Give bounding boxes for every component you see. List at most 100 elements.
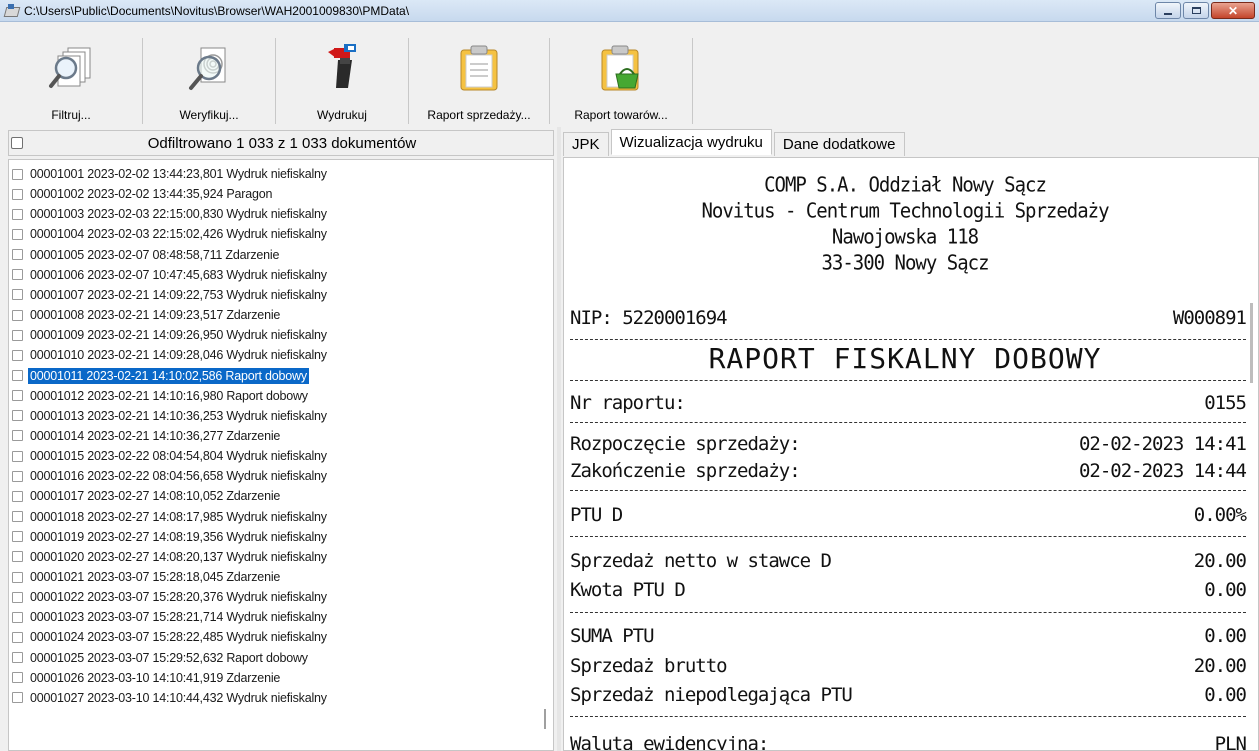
list-item[interactable]: 00001007 2023-02-21 14:09:22,753 Wydruk …: [9, 287, 539, 303]
divider: [570, 612, 1246, 613]
clipboard-report-icon: [460, 45, 498, 91]
title-bar: C:\Users\Public\Documents\Novitus\Browse…: [0, 0, 1259, 22]
list-item-checkbox[interactable]: [12, 470, 23, 482]
list-item-text: 00001027 2023-03-10 14:10:44,432 Wydruk …: [30, 690, 327, 705]
list-item[interactable]: 00001014 2023-02-21 14:10:36,277 Zdarzen…: [9, 428, 539, 444]
maximize-button[interactable]: [1183, 2, 1209, 19]
printer-icon: [328, 44, 356, 88]
sales-report-label: Raport sprzedaży...: [427, 108, 531, 122]
list-item-text: 00001019 2023-02-27 14:08:19,356 Wydruk …: [30, 529, 327, 544]
list-item[interactable]: 00001026 2023-03-10 14:10:41,919 Zdarzen…: [9, 670, 539, 686]
close-button[interactable]: ✕: [1211, 2, 1255, 19]
list-item-text: 00001024 2023-03-07 15:28:22,485 Wydruk …: [30, 630, 327, 645]
list-item-checkbox[interactable]: [12, 410, 23, 422]
list-item-checkbox[interactable]: [12, 611, 23, 623]
list-item-checkbox[interactable]: [12, 188, 23, 200]
list-item[interactable]: 00001027 2023-03-10 14:10:44,432 Wydruk …: [9, 690, 539, 706]
divider: [570, 339, 1246, 340]
list-item-checkbox[interactable]: [12, 692, 23, 704]
list-item[interactable]: 00001008 2023-02-21 14:09:23,517 Zdarzen…: [9, 307, 539, 323]
list-item-text: 00001025 2023-03-07 15:29:52,632 Raport …: [30, 650, 308, 665]
currency-row: Waluta ewidencyjna: PLN: [570, 730, 1247, 751]
sum-ptu-row: SUMA PTU 0.00: [570, 622, 1247, 650]
report-title: RAPORT FISKALNY DOBOWY: [708, 342, 1102, 375]
print-label: Wydrukuj: [317, 108, 367, 122]
list-item[interactable]: 00001016 2023-02-22 08:04:56,658 Wydruk …: [9, 468, 539, 484]
ptu-amount-label: Kwota PTU D: [570, 579, 686, 601]
document-list[interactable]: 00001001 2023-02-02 13:44:23,801 Wydruk …: [8, 159, 554, 751]
list-item-checkbox[interactable]: [12, 249, 23, 261]
filter-button[interactable]: Filtruj...: [0, 38, 143, 124]
goods-report-button[interactable]: Raport towarów...: [550, 38, 693, 124]
receipt-scrollbar[interactable]: [1250, 303, 1253, 383]
panel-splitter[interactable]: [557, 127, 561, 751]
list-item[interactable]: 00001009 2023-02-21 14:09:26,950 Wydruk …: [9, 327, 539, 343]
print-button[interactable]: Wydrukuj: [276, 38, 409, 124]
list-item-checkbox[interactable]: [12, 168, 23, 180]
list-item-checkbox[interactable]: [12, 551, 23, 563]
list-item-text: 00001012 2023-02-21 14:10:16,980 Raport …: [30, 388, 308, 403]
list-item-checkbox[interactable]: [12, 289, 23, 301]
tab-bar: JPK Wizualizacja wydruku Dane dodatkowe: [563, 129, 907, 156]
list-header: Odfiltrowano 1 033 z 1 033 dokumentów: [8, 130, 554, 156]
list-item[interactable]: 00001003 2023-02-03 22:15:00,830 Wydruk …: [9, 206, 539, 222]
list-item[interactable]: 00001019 2023-02-27 14:08:19,356 Wydruk …: [9, 529, 539, 545]
list-item[interactable]: 00001025 2023-03-07 15:29:52,632 Raport …: [9, 650, 539, 666]
tab-visualization[interactable]: Wizualizacja wydruku: [610, 129, 772, 155]
list-item[interactable]: 00001021 2023-03-07 15:28:18,045 Zdarzen…: [9, 569, 539, 585]
net-sales-value: 20.00: [1193, 550, 1247, 572]
list-item[interactable]: 00001023 2023-03-07 15:28:21,714 Wydruk …: [9, 609, 539, 625]
list-item[interactable]: 00001002 2023-02-02 13:44:35,924 Paragon: [9, 186, 539, 202]
list-item-checkbox[interactable]: [12, 370, 23, 381]
sales-end-label: Zakończenie sprzedaży:: [570, 460, 801, 482]
list-item-checkbox[interactable]: [12, 571, 23, 583]
list-item[interactable]: 00001015 2023-02-22 08:04:54,804 Wydruk …: [9, 448, 539, 464]
currency-label: Waluta ewidencyjna:: [570, 733, 769, 751]
list-item-checkbox[interactable]: [12, 652, 23, 664]
minimize-button[interactable]: [1155, 2, 1181, 19]
list-item[interactable]: 00001010 2023-02-21 14:09:28,046 Wydruk …: [9, 347, 539, 363]
sales-report-button[interactable]: Raport sprzedaży...: [409, 38, 550, 124]
list-item-checkbox[interactable]: [12, 269, 23, 281]
list-item-checkbox[interactable]: [12, 531, 23, 543]
report-number-label: Nr raportu:: [570, 392, 686, 414]
list-item-checkbox[interactable]: [12, 591, 23, 603]
list-item-checkbox[interactable]: [12, 450, 23, 462]
divider: [570, 380, 1246, 381]
list-item[interactable]: 00001013 2023-02-21 14:10:36,253 Wydruk …: [9, 408, 539, 424]
verify-button[interactable]: Weryfikuj...: [143, 38, 276, 124]
list-item-checkbox[interactable]: [12, 390, 23, 402]
list-item[interactable]: 00001004 2023-02-03 22:15:02,426 Wydruk …: [9, 226, 539, 242]
list-item[interactable]: 00001012 2023-02-21 14:10:16,980 Raport …: [9, 388, 539, 404]
list-item[interactable]: 00001020 2023-02-27 14:08:20,137 Wydruk …: [9, 549, 539, 565]
list-item-checkbox[interactable]: [12, 309, 23, 321]
list-item[interactable]: 00001011 2023-02-21 14:10:02,586 Raport …: [9, 367, 539, 384]
tab-jpk[interactable]: JPK: [563, 132, 609, 156]
list-item[interactable]: 00001024 2023-03-07 15:28:22,485 Wydruk …: [9, 629, 539, 645]
list-scrollbar[interactable]: [544, 709, 546, 729]
list-item-checkbox[interactable]: [12, 208, 23, 220]
list-item[interactable]: 00001022 2023-03-07 15:28:20,376 Wydruk …: [9, 589, 539, 605]
list-item-checkbox[interactable]: [12, 490, 23, 502]
list-item-checkbox[interactable]: [12, 228, 23, 240]
currency-value: PLN: [1214, 733, 1247, 751]
list-item[interactable]: 00001018 2023-02-27 14:08:17,985 Wydruk …: [9, 509, 539, 525]
list-item[interactable]: 00001001 2023-02-02 13:44:23,801 Wydruk …: [9, 166, 539, 182]
list-item-checkbox[interactable]: [12, 672, 23, 684]
list-item[interactable]: 00001017 2023-02-27 14:08:10,052 Zdarzen…: [9, 488, 539, 504]
list-item[interactable]: 00001005 2023-02-07 08:48:58,711 Zdarzen…: [9, 247, 539, 263]
list-item-checkbox[interactable]: [12, 631, 23, 643]
list-item-text: 00001006 2023-02-07 10:47:45,683 Wydruk …: [30, 267, 327, 282]
divider: [570, 422, 1246, 423]
clipboard-basket-icon: [601, 45, 639, 91]
list-item-checkbox[interactable]: [12, 511, 23, 523]
list-item-checkbox[interactable]: [12, 349, 23, 361]
filter-label: Filtruj...: [51, 108, 91, 122]
list-item[interactable]: 00001006 2023-02-07 10:47:45,683 Wydruk …: [9, 267, 539, 283]
list-item-checkbox[interactable]: [12, 329, 23, 341]
list-item-checkbox[interactable]: [12, 430, 23, 442]
list-item-text: 00001026 2023-03-10 14:10:41,919 Zdarzen…: [30, 670, 281, 685]
tab-additional-data[interactable]: Dane dodatkowe: [773, 132, 905, 156]
sales-start-label: Rozpoczęcie sprzedaży:: [570, 433, 801, 455]
sales-start-row: Rozpoczęcie sprzedaży: 02-02-2023 14:41: [570, 430, 1247, 458]
